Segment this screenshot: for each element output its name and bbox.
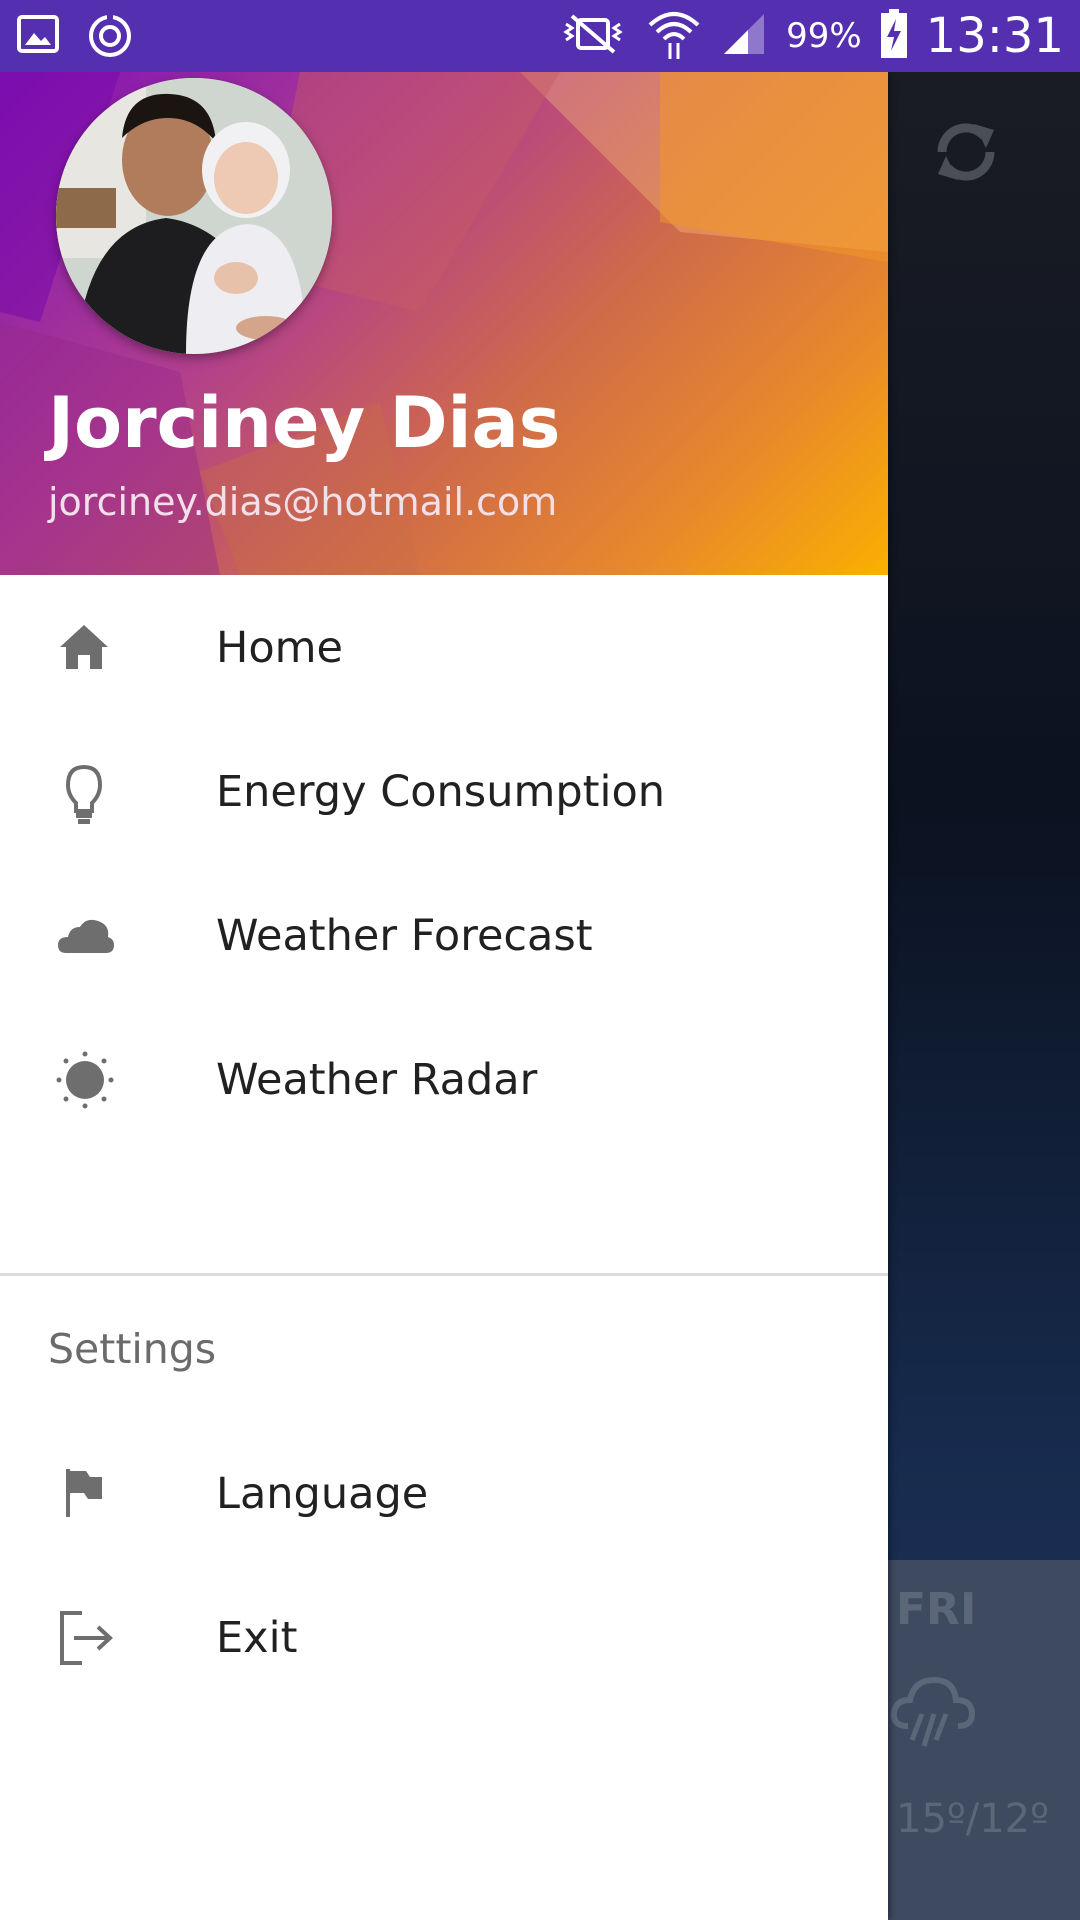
menu-item-label: Weather Radar <box>216 1055 538 1105</box>
cloud-icon <box>56 907 114 963</box>
menu-item-energy-consumption[interactable]: Energy Consumption <box>0 719 888 863</box>
menu-item-language[interactable]: Language <box>0 1421 888 1565</box>
sync-icon[interactable] <box>928 108 1004 200</box>
user-name: Jorciney Dias <box>48 382 561 464</box>
forecast-temp: 15º/12º <box>896 1796 1049 1842</box>
flag-icon <box>56 1465 112 1521</box>
user-email: jorciney.dias@hotmail.com <box>48 480 558 524</box>
wifi-icon <box>646 7 702 65</box>
menu-item-label: Home <box>216 623 343 673</box>
menu-item-weather-radar[interactable]: Weather Radar <box>0 1007 888 1151</box>
exit-icon <box>56 1609 113 1665</box>
menu-item-weather-forecast[interactable]: Weather Forecast <box>0 863 888 1007</box>
rain-cloud-icon <box>888 1668 978 1762</box>
status-bar: 99% 13:31 <box>0 0 1080 72</box>
menu-item-label: Weather Forecast <box>216 911 593 961</box>
drawer-header: Jorciney Dias jorciney.dias@hotmail.com <box>0 72 888 575</box>
forecast-card: FRI 15º/12º <box>888 1560 1080 1920</box>
home-icon <box>56 619 112 675</box>
menu-item-home[interactable]: Home <box>0 575 888 719</box>
settings-section-label: Settings <box>48 1325 217 1373</box>
forecast-day: FRI <box>896 1584 977 1635</box>
menu-item-label: Language <box>216 1469 429 1519</box>
battery-charging-icon <box>880 9 908 63</box>
menu-item-exit[interactable]: Exit <box>0 1565 888 1709</box>
sync-circle-icon <box>86 12 134 64</box>
navigation-drawer: Jorciney Dias jorciney.dias@hotmail.com … <box>0 72 888 1920</box>
gallery-icon <box>16 12 60 64</box>
sun-icon <box>56 1051 114 1109</box>
lightbulb-icon <box>56 763 112 824</box>
vibrate-off-icon <box>558 10 628 62</box>
menu-item-label: Exit <box>216 1613 298 1663</box>
menu-item-label: Energy Consumption <box>216 767 666 817</box>
avatar[interactable] <box>56 78 332 354</box>
signal-icon <box>720 10 768 62</box>
clock: 13:31 <box>925 8 1064 64</box>
battery-percent: 99% <box>786 16 862 56</box>
divider <box>0 1273 888 1276</box>
